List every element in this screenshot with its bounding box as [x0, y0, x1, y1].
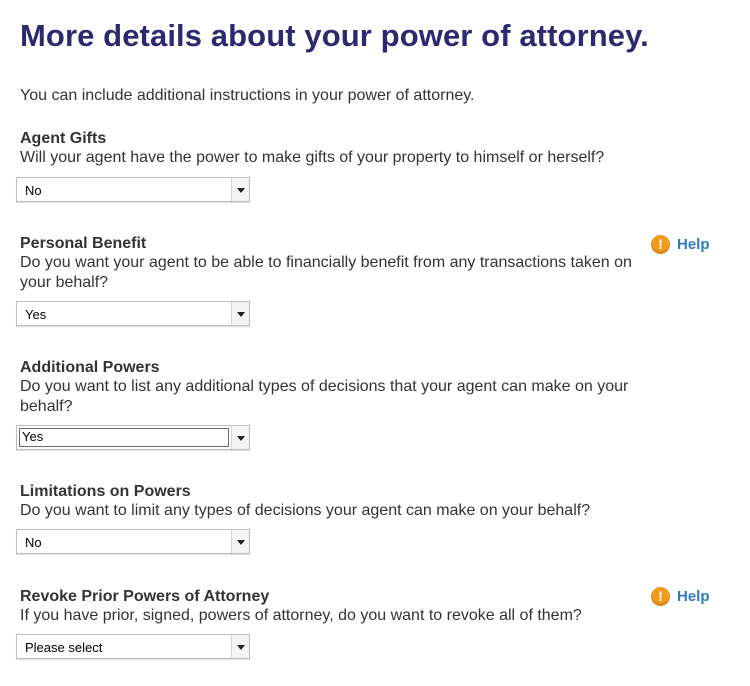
page-title: More details about your power of attorne…	[20, 18, 649, 53]
additional-powers-select[interactable]: Yes	[16, 425, 250, 450]
select-value: No	[25, 183, 42, 198]
personal-benefit-select[interactable]: Yes	[16, 301, 250, 326]
exclamation-circle-icon: !	[651, 235, 670, 254]
help-label: Help	[677, 588, 710, 605]
section-question: Do you want to limit any types of decisi…	[20, 502, 591, 519]
chevron-down-icon[interactable]	[231, 530, 249, 553]
select-value: Yes	[25, 307, 47, 322]
section-title: Additional Powers	[20, 359, 160, 376]
section-question: Do you want to list any additional types…	[20, 378, 629, 415]
section-personal-benefit: Personal Benefit Do you want your agent …	[16, 234, 740, 326]
section-title: Revoke Prior Powers of Attorney	[20, 588, 270, 605]
section-title: Personal Benefit	[20, 235, 147, 252]
section-title: Limitations on Powers	[20, 483, 191, 500]
section-agent-gifts: Agent Gifts Will your agent have the pow…	[16, 129, 740, 202]
help-link-personal-benefit[interactable]: ! Help	[651, 235, 710, 254]
chevron-down-icon[interactable]	[231, 302, 249, 325]
help-link-revoke-prior[interactable]: ! Help	[651, 587, 710, 606]
exclamation-circle-icon: !	[651, 587, 670, 606]
select-value: Yes	[22, 429, 44, 444]
section-limitations-on-powers: Limitations on Powers Do you want to lim…	[16, 482, 740, 554]
section-revoke-prior-powers: Revoke Prior Powers of Attorney If you h…	[16, 587, 740, 659]
chevron-down-icon[interactable]	[231, 178, 249, 201]
section-question: Do you want your agent to be able to fin…	[20, 254, 632, 291]
section-additional-powers: Additional Powers Do you want to list an…	[16, 358, 740, 450]
section-question: If you have prior, signed, powers of att…	[20, 607, 582, 624]
select-value: Please select	[25, 640, 103, 655]
help-label: Help	[677, 236, 710, 253]
focus-ring	[19, 428, 229, 447]
section-title: Agent Gifts	[20, 130, 107, 147]
agent-gifts-select[interactable]: No	[16, 177, 250, 202]
chevron-down-icon[interactable]	[231, 635, 249, 658]
page-intro: You can include additional instructions …	[20, 87, 475, 104]
revoke-prior-select[interactable]: Please select	[16, 634, 250, 659]
section-question: Will your agent have the power to make g…	[20, 149, 605, 166]
chevron-down-icon[interactable]	[231, 426, 249, 449]
select-value: No	[25, 535, 42, 550]
limitations-select[interactable]: No	[16, 529, 250, 554]
